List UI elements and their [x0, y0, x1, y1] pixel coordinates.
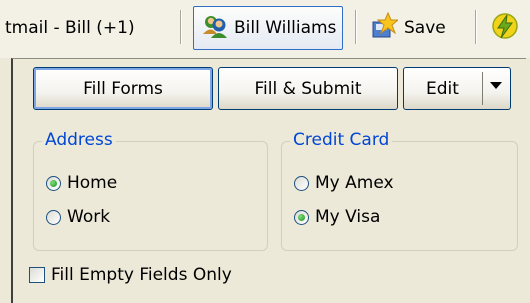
save-button[interactable]: Save — [370, 6, 446, 50]
address-legend: Address — [42, 130, 116, 150]
identity-icon — [202, 13, 228, 44]
toolbar-separator — [355, 10, 356, 44]
fill-empty-only-option[interactable]: Fill Empty Fields Only — [29, 263, 232, 287]
toolbar-separator — [475, 10, 476, 44]
lightning-icon — [490, 11, 520, 46]
dropdown-arrow-icon[interactable] — [490, 82, 502, 89]
fill-empty-only-checkbox[interactable] — [29, 267, 45, 283]
identity-label: Bill Williams — [234, 18, 337, 38]
identity-button[interactable]: Bill Williams — [193, 6, 343, 50]
toolbar-separator — [180, 10, 181, 44]
autofill-button[interactable] — [490, 6, 520, 50]
radio-home[interactable] — [46, 175, 61, 191]
credit-card-legend: Credit Card — [290, 130, 393, 150]
fill-forms-button[interactable]: Fill Forms — [33, 67, 213, 110]
radio-amex-label: My Amex — [315, 173, 394, 193]
radio-work[interactable] — [46, 209, 61, 225]
save-star-icon — [370, 11, 400, 45]
toolbar: tmail - Bill (+1) Bill Williams Save — [0, 0, 530, 58]
card-option-amex[interactable]: My Amex — [294, 172, 394, 194]
card-option-visa[interactable]: My Visa — [294, 206, 380, 228]
address-option-work[interactable]: Work — [46, 206, 110, 228]
address-group: Address Home Work — [33, 130, 268, 251]
edit-split-button[interactable]: Edit — [403, 67, 511, 110]
address-option-home[interactable]: Home — [46, 172, 117, 194]
credit-card-group: Credit Card My Amex My Visa — [281, 130, 518, 251]
radio-visa-label: My Visa — [315, 207, 381, 227]
account-tab-label: tmail - Bill (+1) — [5, 18, 135, 38]
fill-empty-only-label: Fill Empty Fields Only — [51, 265, 232, 285]
fill-panel: Fill Forms Fill & Submit Edit Address Ho… — [11, 58, 526, 303]
fill-submit-button[interactable]: Fill & Submit — [218, 67, 398, 110]
radio-home-label: Home — [67, 173, 118, 193]
radio-work-label: Work — [67, 207, 111, 227]
save-label: Save — [404, 18, 446, 38]
split-divider — [482, 72, 483, 105]
edit-label: Edit — [426, 78, 459, 99]
radio-visa[interactable] — [294, 209, 309, 225]
account-tab[interactable]: tmail - Bill (+1) — [5, 6, 135, 50]
radio-amex[interactable] — [294, 175, 309, 191]
